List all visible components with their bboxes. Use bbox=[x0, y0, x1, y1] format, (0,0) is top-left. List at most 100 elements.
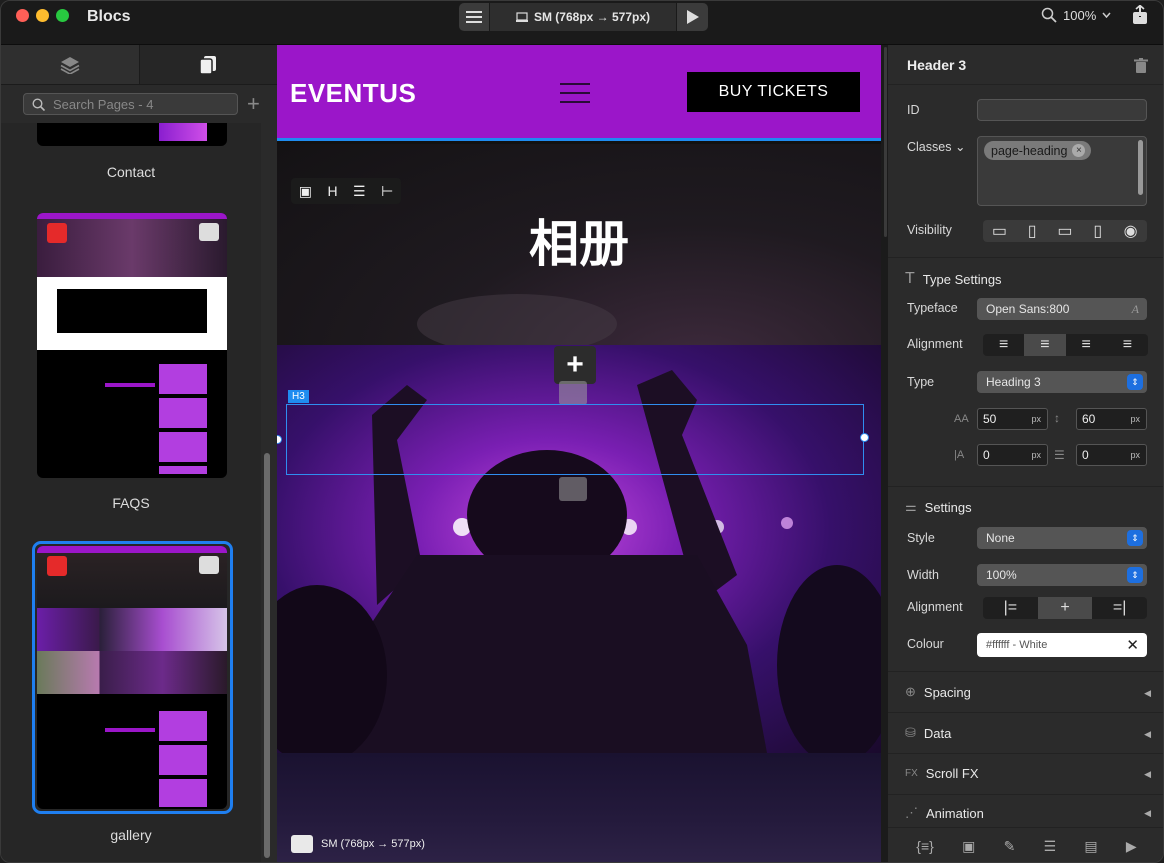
line-height-input[interactable]: 60 px bbox=[1076, 408, 1147, 430]
visibility-label: Visibility bbox=[907, 223, 952, 237]
add-divider-icon[interactable]: ⊢ bbox=[381, 183, 393, 200]
share-button[interactable] bbox=[1131, 4, 1149, 30]
letter-spacing-icon: |A bbox=[954, 449, 965, 461]
video-icon[interactable]: ▶ bbox=[1126, 838, 1137, 855]
image-icon[interactable]: ▣ bbox=[962, 838, 975, 855]
id-input[interactable] bbox=[977, 99, 1147, 121]
classes-field[interactable]: page-heading × bbox=[977, 136, 1147, 206]
eye-icon[interactable]: ◉ bbox=[1114, 220, 1147, 242]
add-heading-icon[interactable]: H bbox=[327, 183, 337, 199]
block-align-right-icon[interactable]: =| bbox=[1092, 597, 1147, 619]
tab-pages[interactable] bbox=[139, 45, 277, 85]
page-thumbnail-gallery[interactable] bbox=[37, 546, 227, 809]
tab-layers[interactable] bbox=[1, 45, 140, 85]
add-list-icon[interactable]: ☰ bbox=[353, 183, 366, 200]
design-canvas[interactable]: EVENTUS BUY TICKETS ▣ H ☰ ⊢ 相册 + H3 SM (… bbox=[277, 45, 881, 862]
hero-section[interactable]: ▣ H ☰ ⊢ 相册 bbox=[277, 144, 881, 354]
close-window-button[interactable] bbox=[16, 9, 29, 22]
page-search[interactable] bbox=[23, 93, 238, 115]
page-label-contact[interactable]: Contact bbox=[1, 164, 261, 180]
delete-page-button[interactable] bbox=[47, 223, 67, 243]
type-settings-header[interactable]: T Type Settings bbox=[905, 270, 1002, 288]
spacing-icon: ⊕ bbox=[905, 684, 916, 699]
page-settings-button[interactable] bbox=[199, 556, 219, 574]
minimize-window-button[interactable] bbox=[36, 9, 49, 22]
align-justify-icon[interactable]: ≡ bbox=[1107, 334, 1148, 356]
page-label-gallery[interactable]: gallery bbox=[1, 827, 261, 843]
zoom-window-button[interactable] bbox=[56, 9, 69, 22]
align-left-icon[interactable]: ≡ bbox=[983, 334, 1024, 356]
canvas-breakpoint-label: SM (768px → 577px) bbox=[321, 838, 425, 850]
phone-visibility-icon[interactable]: ▯ bbox=[1081, 220, 1114, 242]
fx-icon: FX bbox=[905, 768, 918, 779]
colour-picker[interactable]: #ffffff - White ✕ bbox=[977, 633, 1147, 657]
font-size-input[interactable]: 50 px bbox=[977, 408, 1048, 430]
expand-arrow-icon[interactable]: ◀ bbox=[1144, 729, 1151, 740]
code-icon[interactable]: {≡} bbox=[916, 838, 934, 854]
page-label-faqs[interactable]: FAQS bbox=[1, 495, 261, 511]
site-brand[interactable]: EVENTUS bbox=[290, 78, 416, 109]
search-icon bbox=[32, 97, 45, 111]
typeface-select[interactable]: Open Sans:800 A bbox=[977, 298, 1147, 320]
expand-arrow-icon[interactable]: ◀ bbox=[1144, 769, 1151, 780]
share-icon bbox=[1133, 4, 1147, 24]
selected-heading-box[interactable] bbox=[286, 404, 864, 475]
width-select[interactable]: 100% ⇕ bbox=[977, 564, 1147, 586]
class-tag[interactable]: page-heading × bbox=[984, 141, 1092, 160]
page-heading[interactable]: 相册 bbox=[277, 204, 881, 276]
block-align-left-icon[interactable]: |= bbox=[983, 597, 1038, 619]
brush-icon[interactable]: ✎ bbox=[1004, 838, 1016, 855]
tablet-visibility-icon[interactable]: ▯ bbox=[1016, 220, 1049, 242]
align-center-icon[interactable]: ≡ bbox=[1024, 334, 1066, 356]
page-settings-button[interactable] bbox=[199, 223, 219, 241]
expand-arrow-icon[interactable]: ◀ bbox=[1144, 808, 1151, 819]
page-thumbnail-faqs[interactable] bbox=[37, 213, 227, 478]
trash-icon[interactable] bbox=[1134, 58, 1148, 73]
colour-label: Colour bbox=[907, 637, 944, 651]
clear-colour-icon[interactable]: ✕ bbox=[1126, 636, 1139, 654]
word-spacing-input[interactable]: 0 px bbox=[1076, 444, 1147, 466]
animation-header[interactable]: ⋰ Animation bbox=[905, 805, 984, 821]
remove-class-icon[interactable]: × bbox=[1072, 144, 1086, 157]
list-icon[interactable]: ☰ bbox=[1044, 838, 1057, 855]
block-align-center-icon[interactable]: + bbox=[1037, 597, 1093, 619]
delete-page-button[interactable] bbox=[47, 556, 67, 576]
align-right-icon[interactable]: ≡ bbox=[1066, 334, 1107, 356]
buy-tickets-button[interactable]: BUY TICKETS bbox=[687, 72, 860, 112]
classes-scrollbar[interactable] bbox=[1138, 140, 1143, 195]
block-handle-bottom[interactable] bbox=[559, 477, 587, 501]
style-select[interactable]: None ⇕ bbox=[977, 527, 1147, 549]
block-handle-top[interactable] bbox=[559, 381, 587, 405]
page-thumbnail-contact[interactable] bbox=[37, 123, 227, 146]
data-header[interactable]: ⛁ Data bbox=[905, 725, 951, 741]
resize-handle-right[interactable] bbox=[860, 433, 869, 442]
scroll-fx-header[interactable]: FX Scroll FX bbox=[905, 766, 979, 781]
spacing-header[interactable]: ⊕ Spacing bbox=[905, 684, 971, 700]
canvas-breakpoint-indicator: SM (768px → 577px) bbox=[291, 835, 425, 853]
canvas-scrollbar[interactable] bbox=[881, 45, 888, 862]
letter-spacing-input[interactable]: 0 px bbox=[977, 444, 1048, 466]
zoom-control[interactable]: 100% bbox=[1041, 7, 1111, 23]
settings-header[interactable]: ⚌ Settings bbox=[905, 499, 972, 515]
document-icon[interactable]: ▤ bbox=[1084, 838, 1097, 855]
classes-label[interactable]: Classes ⌄ bbox=[907, 139, 965, 154]
menu-button[interactable] bbox=[459, 3, 489, 31]
preview-button[interactable] bbox=[677, 3, 708, 31]
pages-panel: + Contact FAQS bbox=[1, 45, 277, 862]
type-label: Type bbox=[907, 375, 935, 389]
tablet-landscape-visibility-icon[interactable]: ▭ bbox=[1049, 220, 1082, 242]
search-input[interactable] bbox=[53, 96, 223, 112]
hamburger-icon[interactable] bbox=[560, 83, 590, 110]
add-image-icon[interactable]: ▣ bbox=[299, 183, 312, 200]
breakpoint-selector[interactable]: SM (768px → 577px) bbox=[490, 3, 676, 31]
style-label: Style bbox=[907, 531, 935, 545]
page-list-scrollbar[interactable] bbox=[264, 453, 270, 858]
add-block-button[interactable]: + bbox=[554, 346, 596, 384]
site-header[interactable]: EVENTUS BUY TICKETS bbox=[277, 45, 881, 141]
block-alignment-label: Alignment bbox=[907, 600, 963, 614]
sliders-icon: ⚌ bbox=[905, 499, 917, 514]
laptop-visibility-icon[interactable]: ▭ bbox=[983, 220, 1016, 242]
expand-arrow-icon[interactable]: ◀ bbox=[1144, 688, 1151, 699]
add-page-button[interactable]: + bbox=[247, 91, 260, 117]
heading-type-select[interactable]: Heading 3 ⇕ bbox=[977, 371, 1147, 393]
